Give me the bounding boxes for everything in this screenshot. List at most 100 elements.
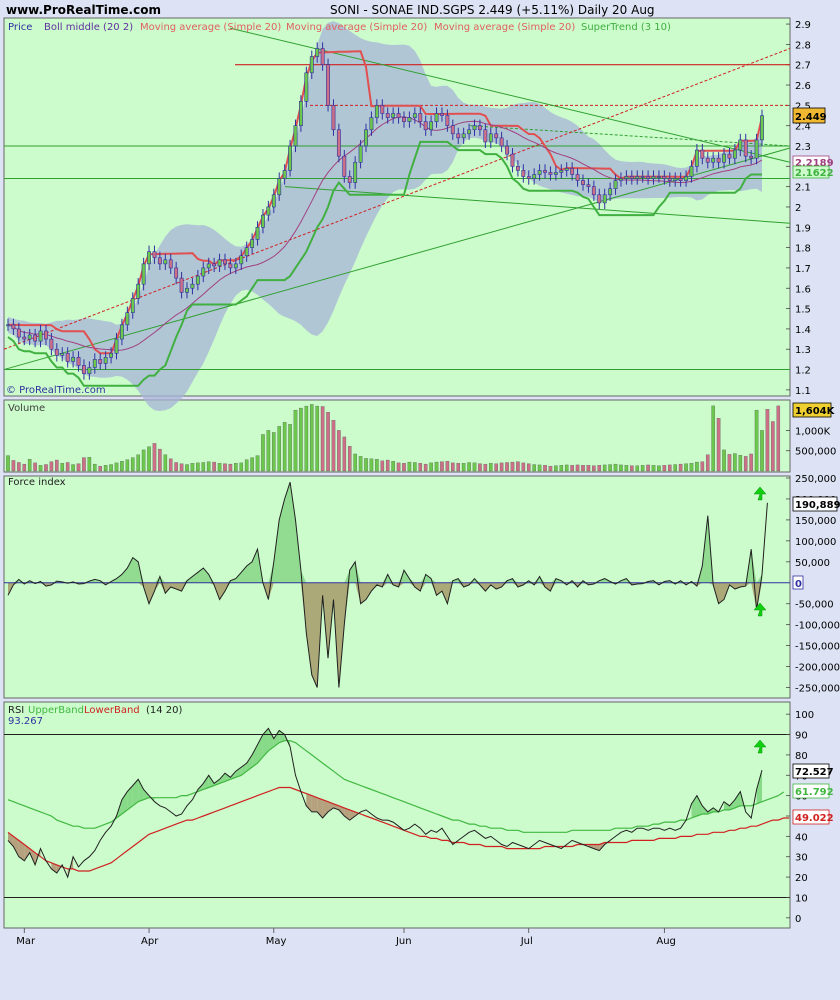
candle [532, 174, 537, 179]
site-name[interactable]: www.ProRealTime.com [6, 3, 161, 17]
volume-bar [309, 404, 314, 472]
force-panel[interactable] [3, 475, 791, 699]
volume-bar [760, 430, 764, 472]
volume-bar [526, 463, 531, 472]
volume-bar [358, 456, 363, 472]
volume-bar [445, 461, 450, 472]
volume-bar [174, 462, 178, 472]
volume-bar [586, 465, 591, 472]
volume-bar [494, 463, 498, 472]
candle [608, 188, 613, 196]
price-tick-label: 1.8 [795, 244, 811, 255]
volume-bar [65, 462, 70, 472]
price-tick-label: 1.6 [795, 284, 811, 295]
candle [732, 149, 737, 159]
candle [33, 334, 38, 342]
last-price-text: 2.449 [795, 112, 827, 123]
candle [98, 359, 103, 364]
volume-bar [261, 434, 265, 472]
candle [38, 330, 43, 342]
volume-bar [239, 462, 244, 472]
candle [575, 174, 580, 181]
volume-bar [695, 461, 699, 472]
candle [49, 338, 54, 350]
candle [293, 125, 298, 147]
volume-bar [700, 461, 705, 472]
candle [564, 168, 569, 171]
volume-label: Volume [8, 403, 45, 414]
volume-bar [120, 461, 124, 472]
candle [195, 275, 200, 285]
candle [586, 184, 591, 187]
candle [423, 121, 428, 131]
candle [678, 178, 683, 181]
rsi-panel[interactable] [3, 701, 791, 929]
volume-bar [543, 465, 547, 472]
volume-bar [299, 407, 303, 472]
candle [629, 176, 634, 179]
candle [705, 157, 710, 163]
volume-bar [673, 464, 677, 472]
volume-bar [125, 459, 130, 472]
volume-bar [250, 457, 254, 472]
candle [597, 194, 602, 204]
price-tick-label: 1.5 [795, 305, 811, 316]
rsi-label: RSI [8, 705, 24, 716]
candle [331, 105, 336, 131]
candle [396, 113, 401, 118]
candle [119, 324, 124, 340]
volume-bar [266, 430, 271, 472]
candle [364, 129, 368, 147]
volume-bar [597, 465, 602, 472]
volume-tick-label: 500,000 [795, 447, 836, 458]
volume-bar [44, 464, 48, 472]
copyright-label[interactable]: © ProRealTime.com [6, 385, 106, 396]
volume-bar [17, 462, 21, 472]
candle [722, 153, 726, 163]
volume-bar [619, 464, 623, 472]
price-tick-label: 2 [795, 203, 801, 214]
chart-title: SONI - SONAE IND.SGPS 2.449 (+5.11%) Dai… [330, 3, 655, 17]
force-tick-label: -200,000 [795, 663, 840, 674]
volume-bar [776, 405, 781, 472]
volume-bar [158, 448, 162, 472]
volume-bar [662, 465, 667, 472]
volume-bar [640, 465, 645, 472]
candle [754, 139, 759, 159]
volume-bar [630, 465, 634, 472]
candle [217, 259, 222, 267]
candle [613, 180, 618, 189]
candle [581, 180, 585, 185]
candle [738, 139, 743, 151]
volume-badge-text: 1,604K [795, 406, 836, 417]
volume-bar [483, 463, 488, 472]
volume-bar [55, 459, 59, 472]
volume-bar [163, 454, 168, 472]
candle [114, 338, 119, 354]
volume-bar [380, 460, 385, 472]
force-zero-text: 0 [795, 579, 802, 590]
candle [271, 194, 276, 208]
month-label: Aug [656, 936, 676, 947]
volume-bar [581, 465, 585, 472]
price-tick-label: 2.7 [795, 61, 811, 72]
volume-bar [196, 462, 200, 472]
candle [521, 170, 526, 177]
candle [602, 194, 607, 204]
candle [347, 176, 352, 183]
candle [472, 125, 477, 131]
candle [60, 352, 65, 356]
price-tick-label: 1.3 [795, 345, 811, 356]
volume-bar [532, 464, 536, 472]
candle [163, 259, 168, 265]
volume-bar [559, 465, 564, 472]
volume-bar [396, 462, 401, 472]
volume-bar [646, 464, 650, 472]
candle [450, 125, 455, 135]
candle [380, 105, 385, 114]
volume-bar [136, 454, 140, 472]
volume-bar [554, 465, 558, 472]
candle [559, 170, 564, 173]
volume-bar [548, 465, 553, 472]
candle [434, 113, 439, 122]
